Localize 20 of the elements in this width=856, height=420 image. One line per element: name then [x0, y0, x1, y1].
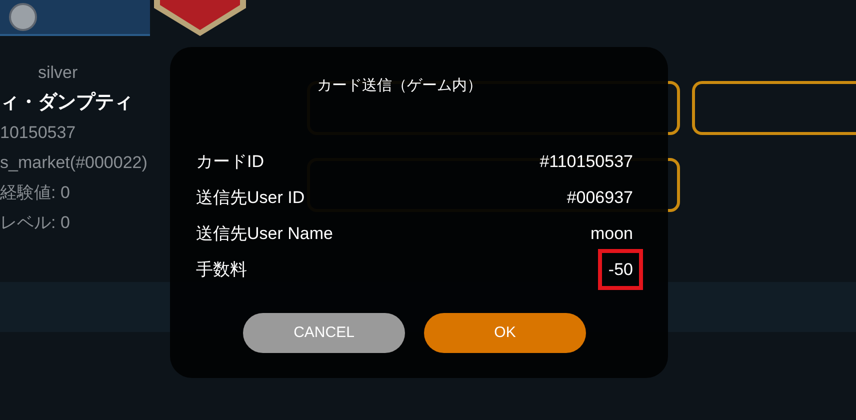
cancel-button[interactable]: CANCEL	[243, 313, 405, 353]
stat-label: レベル: 0	[0, 212, 70, 234]
ok-button[interactable]: OK	[424, 313, 586, 353]
field-value: moon	[589, 222, 634, 245]
stat-label: 経験値: 0	[0, 182, 70, 204]
field-label: 手数料	[196, 258, 247, 281]
field-value: -50	[598, 248, 643, 290]
field-value: #006937	[566, 186, 634, 209]
owner-label: s_market(#000022)	[0, 152, 148, 174]
field-label: カードID	[196, 150, 264, 173]
field-label: 送信先User ID	[196, 186, 305, 209]
dialog-title: カード送信（ゲーム内）	[316, 76, 483, 96]
card-name: ィ・ダンプティ	[0, 90, 133, 115]
background-button[interactable]	[692, 81, 856, 135]
medal-icon	[8, 2, 38, 32]
field-value: #110150537	[538, 150, 634, 173]
card-id: 10150537	[0, 122, 76, 144]
field-label: 送信先User Name	[196, 222, 333, 245]
rank-label: silver	[37, 62, 78, 84]
shield-icon	[154, 0, 246, 36]
